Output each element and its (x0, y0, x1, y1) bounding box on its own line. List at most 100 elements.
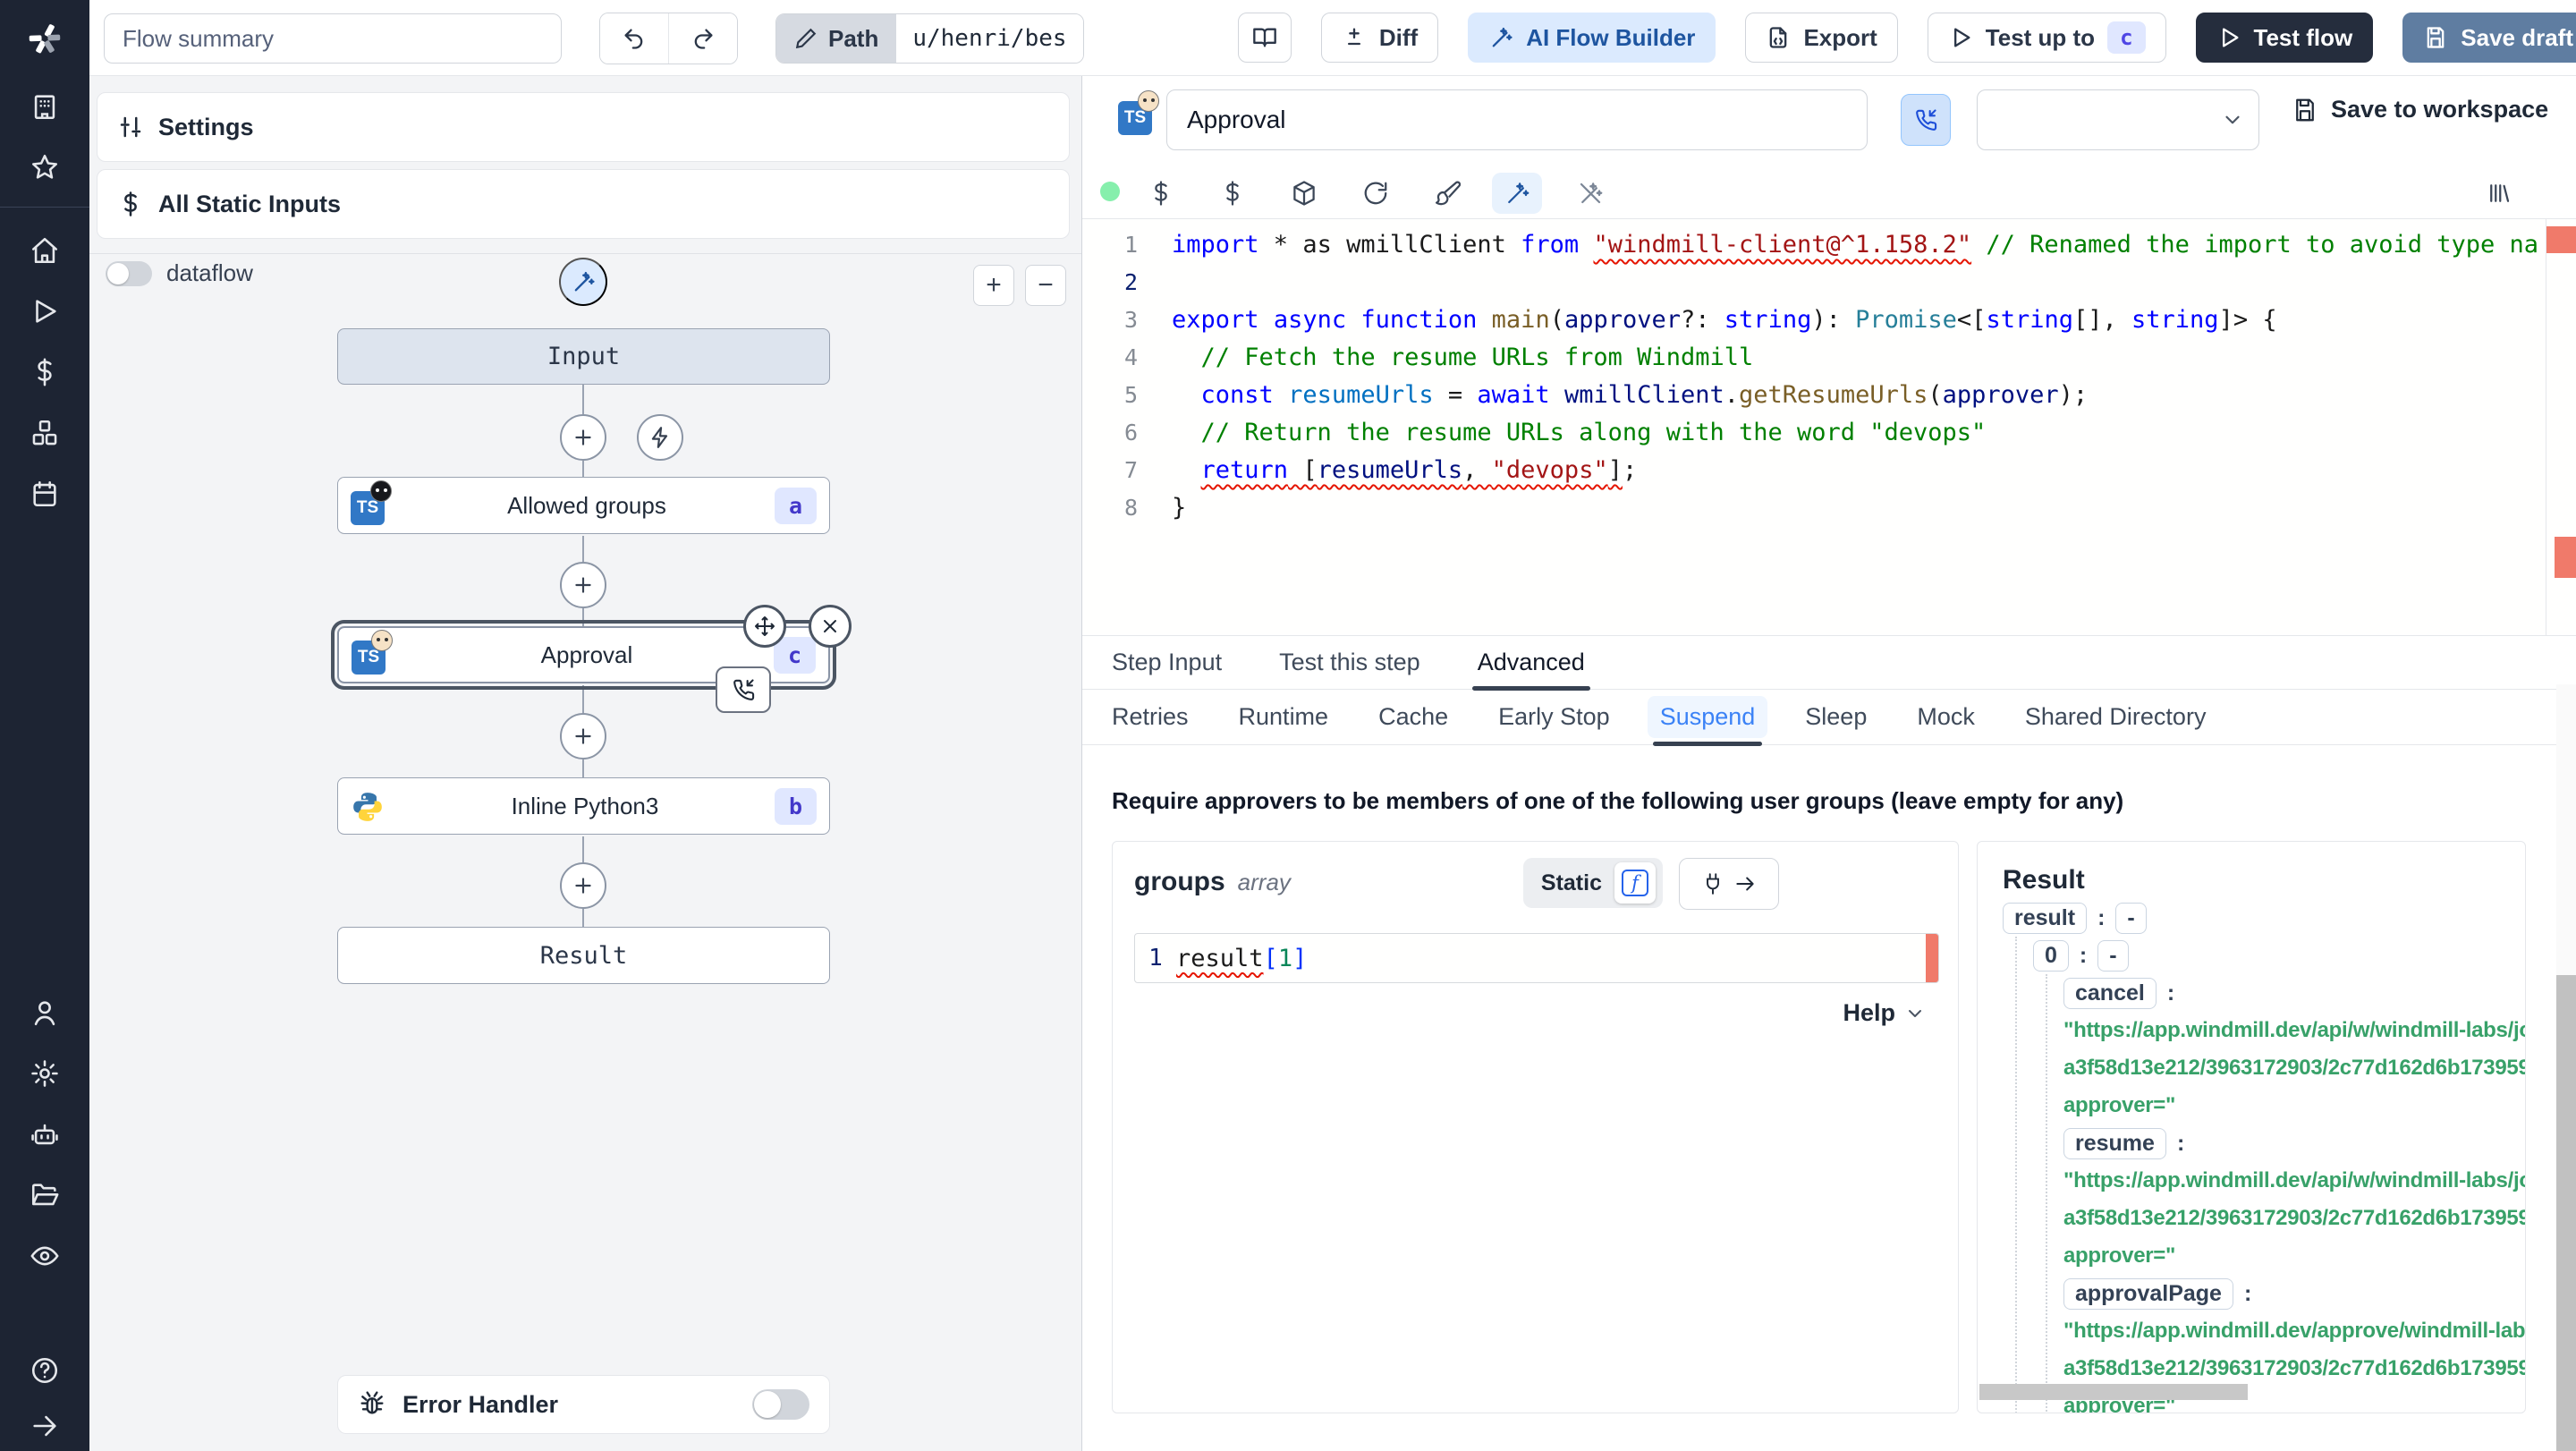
resources-dollar-icon[interactable] (1208, 173, 1258, 214)
help-expander[interactable]: Help (1843, 999, 1926, 1027)
groups-field-type: array (1237, 869, 1291, 895)
favorites-star-icon[interactable] (0, 137, 89, 198)
delete-step-button[interactable] (809, 605, 852, 648)
subtab-shared-directory[interactable]: Shared Directory (2025, 690, 2207, 745)
add-step-button[interactable] (560, 562, 606, 608)
add-step-button[interactable] (560, 713, 606, 759)
graph-node-result[interactable]: Result (337, 927, 830, 984)
tab-step-input[interactable]: Step Input (1112, 635, 1222, 690)
expression-code[interactable]: result[1] (1176, 945, 1307, 972)
panel-vertical-scrollbar[interactable] (2556, 684, 2576, 1451)
undo-button[interactable] (600, 13, 668, 64)
ai-wand-off-icon[interactable] (1565, 173, 1615, 214)
variables-dollar-icon[interactable] (1136, 173, 1186, 214)
subtab-cache[interactable]: Cache (1378, 690, 1448, 745)
export-button[interactable]: Export (1745, 13, 1898, 63)
graph-node-input[interactable]: Input (337, 328, 830, 385)
code-line[interactable]: 7 return [resumeUrls, "devops"]; (1082, 452, 2576, 489)
redo-button[interactable] (668, 13, 737, 64)
move-step-button[interactable] (743, 605, 786, 648)
user-icon[interactable] (0, 982, 89, 1043)
edge (582, 836, 584, 862)
subtab-sleep[interactable]: Sleep (1805, 690, 1867, 745)
json-key[interactable]: 0 (2033, 939, 2069, 972)
code-line[interactable]: 2 (1082, 264, 2576, 301)
step-header: TS Save to workspace (1082, 76, 2576, 165)
settings-gear-icon[interactable] (0, 1043, 89, 1104)
flow-summary-input[interactable] (104, 13, 562, 64)
reload-icon[interactable] (1351, 173, 1401, 214)
diff-button[interactable]: Diff (1320, 13, 1439, 63)
audit-eye-icon[interactable] (0, 1226, 89, 1286)
step-name-input[interactable] (1166, 89, 1868, 150)
json-key[interactable]: result (2003, 902, 2088, 934)
result-horizontal-scrollbar[interactable] (1979, 1384, 2248, 1400)
dataflow-toggle[interactable] (106, 260, 152, 286)
subtab-mock[interactable]: Mock (1917, 690, 1975, 745)
add-step-button[interactable] (560, 414, 606, 461)
graph-ai-wand-button[interactable] (559, 258, 607, 306)
all-static-inputs-label: All Static Inputs (158, 190, 342, 217)
tab-advanced[interactable]: Advanced (1471, 635, 1590, 691)
subtab-runtime[interactable]: Runtime (1239, 690, 1329, 745)
tab-test-this-step[interactable]: Test this step (1279, 635, 1420, 690)
collapse-button[interactable]: - (2115, 902, 2147, 934)
trigger-zap-button[interactable] (637, 414, 683, 461)
groups-expression-editor[interactable]: 1 result[1] (1134, 933, 1939, 983)
help-circle-icon[interactable] (0, 1340, 89, 1401)
variables-dollar-icon[interactable] (0, 342, 89, 403)
code-line[interactable]: 8} (1082, 489, 2576, 527)
expand-arrow-right-icon[interactable] (0, 1401, 89, 1451)
graph-node-allowed-groups[interactable]: TS Allowed groups a (337, 477, 830, 534)
path-chip[interactable]: Path (776, 14, 897, 63)
function-mode-button[interactable]: f (1614, 862, 1656, 904)
static-mode-toggle[interactable]: Static f (1522, 858, 1663, 908)
suspend-phone-button[interactable] (1901, 94, 1951, 146)
schedules-calendar-icon[interactable] (0, 463, 89, 524)
path-control[interactable]: Path u/henri/bes (775, 13, 1084, 64)
template-select[interactable] (1977, 89, 2259, 150)
folders-icon[interactable] (0, 1165, 89, 1226)
collapse-button[interactable]: - (2097, 939, 2129, 972)
add-step-button[interactable] (560, 862, 606, 909)
save-to-workspace-button[interactable]: Save to workspace (2292, 96, 2548, 123)
zoom-in-button[interactable]: + (973, 265, 1014, 306)
step-avatar (370, 480, 392, 502)
expression-token: ] (1292, 944, 1308, 972)
all-static-inputs-button[interactable]: All Static Inputs (97, 169, 1070, 239)
code-line[interactable]: 6 // Return the resume URLs along with t… (1082, 414, 2576, 452)
code-line[interactable]: 4 // Fetch the resume URLs from Windmill (1082, 339, 2576, 377)
path-value[interactable]: u/henri/bes (896, 14, 1083, 63)
save-draft-button[interactable]: Save draft (2402, 13, 2576, 63)
windmill-logo[interactable] (0, 0, 89, 76)
workspace-building-icon[interactable] (0, 76, 89, 137)
json-key[interactable]: resume (2063, 1127, 2166, 1159)
library-icon[interactable] (2474, 173, 2524, 214)
suspend-phone-indicator[interactable] (716, 666, 771, 713)
connect-plug-button[interactable] (1679, 858, 1779, 910)
ai-assist-wand-icon[interactable] (1492, 173, 1542, 214)
json-key[interactable]: cancel (2063, 977, 2157, 1009)
code-line[interactable]: 1 import * as wmillClient from "windmill-… (1082, 226, 2576, 264)
subtab-suspend[interactable]: Suspend (1647, 690, 1768, 746)
ai-flow-builder-button[interactable]: AI Flow Builder (1468, 13, 1716, 63)
format-brush-icon[interactable] (1422, 173, 1472, 214)
package-icon[interactable] (1279, 173, 1329, 214)
docs-button[interactable] (1237, 13, 1292, 63)
runs-play-icon[interactable] (0, 281, 89, 342)
test-up-to-button[interactable]: Test up to c (1927, 13, 2166, 63)
resources-boxes-icon[interactable] (0, 403, 89, 463)
zoom-out-button[interactable]: − (1025, 265, 1066, 306)
flow-settings-button[interactable]: Settings (97, 92, 1070, 162)
code-line[interactable]: 3 export async function main(approver?: s… (1082, 301, 2576, 339)
subtab-retries[interactable]: Retries (1112, 690, 1189, 745)
test-flow-button[interactable]: Test flow (2195, 13, 2374, 63)
error-handler-toggle[interactable] (752, 1389, 809, 1420)
home-icon[interactable] (0, 220, 89, 281)
json-key[interactable]: approvalPage (2063, 1277, 2233, 1310)
workers-bot-icon[interactable] (0, 1104, 89, 1165)
code-line[interactable]: 5 const resumeUrls = await wmillClient. g… (1082, 377, 2576, 414)
code-editor[interactable]: 1 import * as wmillClient from "windmill-… (1082, 219, 2576, 635)
subtab-early-stop[interactable]: Early Stop (1498, 690, 1610, 745)
graph-node-inline-python3[interactable]: Inline Python3 b (337, 777, 830, 835)
